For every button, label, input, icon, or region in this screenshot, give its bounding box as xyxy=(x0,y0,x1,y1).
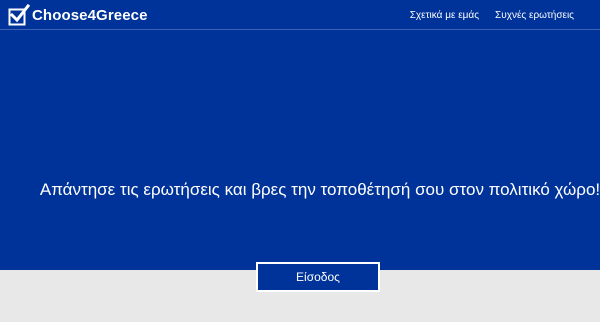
page: Choose4Greece Σχετικά με εμάς Συχνές ερω… xyxy=(0,0,600,322)
hero-headline: Απάντησε τις ερωτήσεις και βρες την τοπο… xyxy=(39,180,600,199)
enter-button[interactable]: Είσοδος xyxy=(256,262,380,292)
hero-section: Choose4Greece Σχετικά με εμάς Συχνές ερω… xyxy=(0,0,600,270)
brand-name: Choose4Greece xyxy=(32,6,148,24)
nav-link-faq[interactable]: Συχνές ερωτήσεις xyxy=(495,10,574,21)
nav-link-about[interactable]: Σχετικά με εμάς xyxy=(410,10,479,21)
brand-logo-link[interactable]: Choose4Greece xyxy=(8,3,148,26)
checkbox-check-icon xyxy=(8,3,31,26)
navbar: Choose4Greece Σχετικά με εμάς Συχνές ερω… xyxy=(0,0,600,30)
nav-links: Σχετικά με εμάς Συχνές ερωτήσεις xyxy=(410,0,600,30)
